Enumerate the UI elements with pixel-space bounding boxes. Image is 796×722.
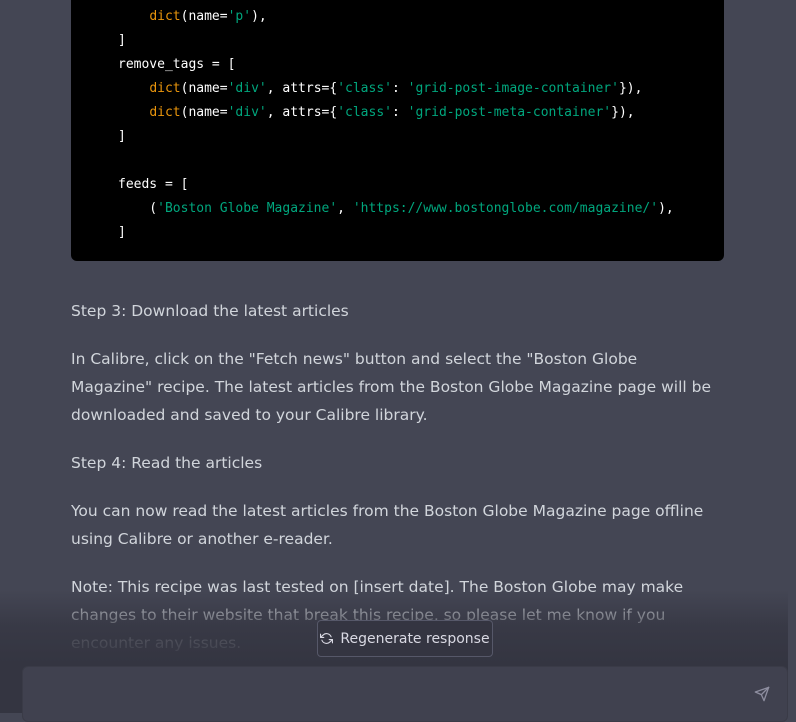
- code-line: ]: [118, 221, 674, 245]
- message-input[interactable]: [35, 677, 739, 709]
- regenerate-label: Regenerate response: [340, 630, 490, 647]
- code-line: dict(name='div', attrs={'class': 'grid-p…: [118, 101, 674, 125]
- code-token: 'p': [227, 9, 252, 24]
- code-token: 'grid-post-meta-container': [407, 105, 612, 120]
- code-token: feeds = [: [118, 177, 189, 192]
- code-token: :: [391, 81, 408, 96]
- code-token: ]: [118, 33, 126, 48]
- code-token: ,: [337, 201, 353, 216]
- code-content: dict(name='p'),] remove_tags = [ dict(nam…: [118, 5, 674, 245]
- code-token: dict: [149, 9, 181, 24]
- code-token: 'https://www.bostonglobe.com/magazine/': [352, 201, 659, 216]
- code-token: 'div': [227, 81, 267, 96]
- code-token: (name=: [180, 9, 228, 24]
- code-token: dict: [149, 105, 181, 120]
- code-token: remove_tags = [: [118, 57, 236, 72]
- send-button[interactable]: [751, 683, 773, 705]
- code-token: }),: [611, 105, 635, 120]
- code-token: ),: [251, 9, 267, 24]
- code-line: feeds = [: [118, 173, 674, 197]
- code-token: ]: [118, 225, 126, 240]
- code-token: dict: [149, 81, 181, 96]
- message-composer: [22, 666, 788, 722]
- step4-heading: Step 4: Read the articles: [71, 454, 263, 472]
- code-token: (name=: [180, 105, 228, 120]
- code-line: ]: [118, 29, 674, 53]
- step3-body: In Calibre, click on the "Fetch news" bu…: [71, 350, 712, 424]
- step4-body: You can now read the latest articles fro…: [71, 502, 704, 548]
- code-line: dict(name='div', attrs={'class': 'grid-p…: [118, 77, 674, 101]
- code-token: ),: [658, 201, 674, 216]
- scrollbar[interactable]: [788, 0, 796, 713]
- code-token: }),: [618, 81, 643, 96]
- code-line: ('Boston Globe Magazine', 'https://www.b…: [118, 197, 674, 221]
- code-line: dict(name='p'),: [118, 5, 674, 29]
- code-token: , attrs={: [266, 81, 338, 96]
- send-icon: [754, 686, 770, 702]
- code-token: ]: [118, 129, 126, 144]
- code-token: , attrs={: [266, 105, 338, 120]
- code-token: 'class': [337, 105, 392, 120]
- code-token: 'Boston Globe Magazine': [157, 201, 338, 216]
- code-line: remove_tags = [: [118, 53, 674, 77]
- code-token: (: [118, 201, 158, 216]
- code-token: :: [391, 105, 408, 120]
- code-token: 'grid-post-image-container': [407, 81, 619, 96]
- code-token: (name=: [180, 81, 228, 96]
- code-line: ]: [118, 125, 674, 149]
- code-token: 'div': [227, 105, 267, 120]
- regenerate-response-button[interactable]: Regenerate response: [317, 620, 493, 657]
- step3-heading: Step 3: Download the latest articles: [71, 302, 349, 320]
- code-token: 'class': [337, 81, 392, 96]
- refresh-icon: [320, 632, 334, 645]
